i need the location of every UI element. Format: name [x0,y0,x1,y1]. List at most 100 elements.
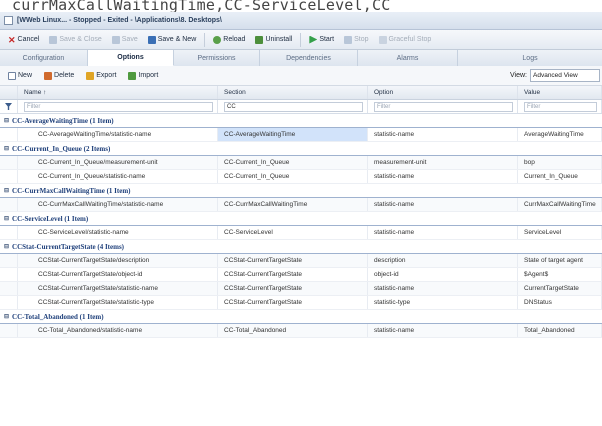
graceful-stop-button[interactable]: Graceful Stop [375,32,436,48]
group-header[interactable]: ⊟ CC-AverageWaitingTime (1 Item) [0,114,602,128]
name-cell[interactable]: CC-CurrMaxCallWaitingTime/statistic-name [18,198,218,211]
section-cell[interactable]: CCStat-CurrentTargetState [218,282,368,295]
name-cell[interactable]: CC-AverageWaitingTime/statistic-name [18,128,218,141]
section-cell[interactable]: CC-Current_In_Queue [218,170,368,183]
collapse-toggle-icon[interactable]: ⊟ [4,187,9,194]
graceful-stop-label: Graceful Stop [388,36,432,43]
view-dropdown[interactable]: Advanced View [530,69,600,82]
table-row[interactable]: CCStat-CurrentTargetState/statistic-name… [0,282,602,296]
group-header[interactable]: ⊟ CC-ServiceLevel (1 Item) [0,212,602,226]
stop-button[interactable]: Stop [340,32,372,48]
new-button[interactable]: New [4,69,36,83]
tab-options[interactable]: Options [88,50,174,66]
option-cell[interactable]: statistic-type [368,296,518,309]
section-cell[interactable]: CC-Current_In_Queue [218,156,368,169]
collapse-toggle-icon[interactable]: ⊟ [4,215,9,222]
window-icon [4,16,13,25]
save-button[interactable]: Save [108,32,142,48]
name-cell[interactable]: CCStat-CurrentTargetState/statistic-type [18,296,218,309]
save-icon [147,35,156,44]
name-cell[interactable]: CC-Current_In_Queue/statistic-name [18,170,218,183]
section-cell[interactable]: CCStat-CurrentTargetState [218,296,368,309]
tab-bar: Configuration Options Permissions Dependenc… [0,50,602,66]
section-cell[interactable]: CC-Total_Abandoned [218,324,368,337]
section-cell[interactable]: CC-ServiceLevel [218,226,368,239]
value-cell[interactable]: State of target agent [518,254,602,267]
option-cell[interactable]: statistic-name [368,128,518,141]
value-cell[interactable]: AverageWaitingTime [518,128,602,141]
uninstall-button[interactable]: Uninstall [251,32,296,48]
reload-button[interactable]: Reload [209,32,249,48]
table-row[interactable]: CCStat-CurrentTargetState/description CCS… [0,254,602,268]
collapse-toggle-icon[interactable]: ⊟ [4,145,9,152]
option-cell[interactable]: statistic-name [368,170,518,183]
export-button[interactable]: Export [82,69,120,83]
column-header-value[interactable]: Value [518,86,602,99]
grid-body: ⊟ CC-AverageWaitingTime (1 Item) CC-Averag… [0,114,602,338]
option-cell[interactable]: description [368,254,518,267]
column-header-option[interactable]: Option [368,86,518,99]
table-row[interactable]: CC-CurrMaxCallWaitingTime/statistic-name… [0,198,602,212]
value-filter-input[interactable]: Filter [524,101,597,112]
tab-logs[interactable]: Logs [458,50,602,66]
option-cell[interactable]: object-id [368,268,518,281]
option-cell[interactable]: statistic-name [368,282,518,295]
option-cell[interactable]: measurement-unit [368,156,518,169]
tab-permissions[interactable]: Permissions [174,50,260,66]
option-filter-input[interactable]: Filter [374,101,513,112]
save-close-button[interactable]: Save & Close [45,32,105,48]
name-filter-input[interactable]: Filter [24,101,213,112]
section-cell[interactable]: CCStat-CurrentTargetState [218,254,368,267]
value-cell[interactable]: $Agent$ [518,268,602,281]
table-row[interactable]: CC-Total_Abandoned/statistic-name CC-Tota… [0,324,602,338]
table-row[interactable]: CC-ServiceLevel/statistic-name CC-Service… [0,226,602,240]
option-cell[interactable]: statistic-name [368,226,518,239]
name-cell[interactable]: CCStat-CurrentTargetState/description [18,254,218,267]
import-button[interactable]: Import [124,69,162,83]
name-cell[interactable]: CCStat-CurrentTargetState/object-id [18,268,218,281]
collapse-toggle-icon[interactable]: ⊟ [4,117,9,124]
name-cell[interactable]: CCStat-CurrentTargetState/statistic-name [18,282,218,295]
group-header[interactable]: ⊟ CC-Total_Abandoned (1 Item) [0,310,602,324]
group-header[interactable]: ⊟ CC-CurrMaxCallWaitingTime (1 Item) [0,184,602,198]
name-cell[interactable]: CC-Current_In_Queue/measurement-unit [18,156,218,169]
import-label: Import [138,72,159,79]
column-header-name[interactable]: Name ↑ [18,86,218,99]
value-cell[interactable]: CurrMaxCallWaitingTime [518,198,602,211]
value-cell[interactable]: Total_Abandoned [518,324,602,337]
table-row[interactable]: CCStat-CurrentTargetState/object-id CCSta… [0,268,602,282]
collapse-toggle-icon[interactable]: ⊟ [4,243,9,250]
options-toolbar: New Delete Export Import View: Advanced … [0,66,602,86]
collapse-toggle-icon[interactable]: ⊟ [4,313,9,320]
delete-button[interactable]: Delete [40,69,78,83]
table-row[interactable]: CC-AverageWaitingTime/statistic-name CC-A… [0,128,602,142]
tab-configuration[interactable]: Configuration [0,50,88,66]
group-title: CCStat-CurrentTargetState (4 Items) [12,242,125,251]
cancel-button[interactable]: ✕ Cancel [4,32,43,48]
section-cell[interactable]: CCStat-CurrentTargetState [218,268,368,281]
name-cell[interactable]: CC-ServiceLevel/statistic-name [18,226,218,239]
group-header[interactable]: ⊟ CC-Current_In_Queue (2 Items) [0,142,602,156]
section-cell[interactable]: CC-AverageWaitingTime [218,128,368,141]
value-cell[interactable]: ServiceLevel [518,226,602,239]
table-row[interactable]: CCStat-CurrentTargetState/statistic-type… [0,296,602,310]
value-cell[interactable]: bop [518,156,602,169]
column-header-section[interactable]: Section [218,86,368,99]
tab-alarms[interactable]: Alarms [358,50,458,66]
name-cell[interactable]: CC-Total_Abandoned/statistic-name [18,324,218,337]
table-row[interactable]: CC-Current_In_Queue/measurement-unit CC-C… [0,156,602,170]
section-cell[interactable]: CC-CurrMaxCallWaitingTime [218,198,368,211]
tab-dependencies[interactable]: Dependencies [260,50,358,66]
start-button[interactable]: Start [305,32,338,48]
save-new-button[interactable]: Save & New [144,32,201,48]
value-cell[interactable]: CurrentTargetState [518,282,602,295]
option-cell[interactable]: statistic-name [368,198,518,211]
group-header[interactable]: ⊟ CCStat-CurrentTargetState (4 Items) [0,240,602,254]
value-cell[interactable]: Current_In_Queue [518,170,602,183]
section-filter-input[interactable]: CC [224,101,363,112]
value-cell[interactable]: DNStatus [518,296,602,309]
filter-icon [5,103,12,110]
table-row[interactable]: CC-Current_In_Queue/statistic-name CC-Cur… [0,170,602,184]
group-title: CC-CurrMaxCallWaitingTime (1 Item) [12,186,131,195]
option-cell[interactable]: statistic-name [368,324,518,337]
